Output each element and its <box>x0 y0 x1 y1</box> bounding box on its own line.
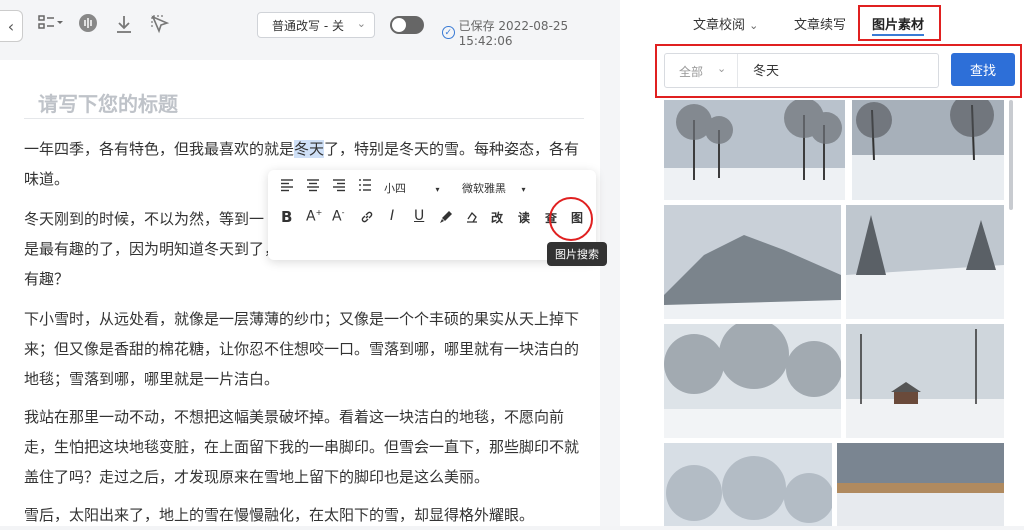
selected-text[interactable]: 冬天 <box>294 140 325 158</box>
bold-icon[interactable]: B <box>281 208 292 226</box>
image-grid-scrollbar[interactable] <box>1009 100 1013 210</box>
tab-proofread[interactable]: 文章校阅 ⌄ <box>693 14 758 33</box>
search-divider <box>737 54 738 87</box>
layout-icon[interactable] <box>38 14 64 36</box>
brush-icon[interactable] <box>439 210 453 228</box>
saved-text: 已保存 2022-08-25 15:42:06 <box>458 19 569 48</box>
eraser-icon[interactable] <box>465 210 479 228</box>
snow-image-4[interactable] <box>846 205 1004 319</box>
paragraph-4[interactable]: 我站在那里一动不动，不想把这幅美景破坏掉。看着这一块洁白的地毯，不愿向前走，生怕… <box>24 402 586 492</box>
editor-area: ‹ 普通改写 - 关 ⌄ ✓ 已保存 2022-08-25 15:42:06 请… <box>0 0 620 526</box>
title-divider <box>24 118 584 119</box>
font-family-value: 微软雅黑 <box>462 182 506 195</box>
save-status: ✓ 已保存 2022-08-25 15:42:06 <box>442 17 620 48</box>
caret-down-icon: ▾ <box>435 185 440 194</box>
p2-line3: 有趣？ <box>24 270 70 288</box>
align-right-icon[interactable] <box>332 178 346 196</box>
align-center-icon[interactable] <box>306 178 320 196</box>
font-increase-icon[interactable]: A+ <box>306 208 322 225</box>
snow-image-8[interactable] <box>837 443 1004 526</box>
image-search-bar: 全部 ⌄ <box>664 53 939 88</box>
snow-image-1[interactable] <box>664 100 845 200</box>
voice-icon[interactable] <box>78 13 98 37</box>
font-family-select[interactable]: 微软雅黑 ▾ <box>462 180 526 196</box>
paragraph-3[interactable]: 下小雪时，从远处看，就像是一层薄薄的纱巾；又像是一个个丰硕的果实从天上掉下来；但… <box>24 304 586 394</box>
cursor-select-icon[interactable] <box>150 14 170 38</box>
rewrite-mode-value: 普通改写 - 关 <box>272 18 344 33</box>
chevron-left-icon: ‹ <box>7 16 15 36</box>
chevron-down-icon: ⌄ <box>356 17 366 30</box>
chevron-down-icon: ⌄ <box>749 19 759 32</box>
image-search-input[interactable] <box>753 62 923 77</box>
align-left-icon[interactable] <box>280 178 294 196</box>
check-circle-icon: ✓ <box>442 26 455 39</box>
read-button[interactable]: 读 <box>518 209 530 226</box>
find-button[interactable]: 查找 <box>951 53 1015 86</box>
title-input[interactable]: 请写下您的标题 <box>38 88 178 117</box>
back-button[interactable]: ‹ <box>0 10 23 42</box>
snow-image-6[interactable] <box>846 324 1004 438</box>
rewrite-button[interactable]: 改 <box>491 209 503 226</box>
snow-image-3[interactable] <box>664 205 841 319</box>
download-icon[interactable] <box>114 14 134 38</box>
font-size-select[interactable]: 小四 ▾ <box>384 180 440 196</box>
document-editor[interactable]: 请写下您的标题 一年四季，各有特色，但我最喜欢的就是冬天了，特别是冬天的雪。每种… <box>0 60 600 526</box>
chevron-down-icon: ⌄ <box>717 62 727 75</box>
list-icon[interactable] <box>358 178 372 196</box>
link-icon[interactable] <box>360 210 374 228</box>
snow-image-7[interactable] <box>664 443 832 526</box>
underline-icon[interactable]: U <box>414 208 424 224</box>
rewrite-toggle[interactable] <box>390 16 424 34</box>
annotation-box-tab <box>858 5 941 41</box>
snow-image-2[interactable] <box>852 100 1004 200</box>
tab-continue-writing[interactable]: 文章续写 <box>794 14 846 33</box>
rewrite-mode-select[interactable]: 普通改写 - 关 ⌄ <box>257 12 375 38</box>
toggle-knob <box>392 18 406 32</box>
font-decrease-icon[interactable]: A- <box>332 208 344 225</box>
image-search-tooltip: 图片搜索 <box>547 242 607 266</box>
snow-image-5[interactable] <box>664 324 841 438</box>
category-select[interactable]: 全部 <box>679 63 703 80</box>
font-size-value: 小四 <box>384 182 406 195</box>
caret-down-icon: ▾ <box>521 185 526 194</box>
tab-proofread-label: 文章校阅 <box>693 18 746 33</box>
annotation-circle <box>549 197 593 241</box>
p1-text-a: 一年四季，各有特色，但我最喜欢的就是 <box>24 140 295 158</box>
italic-icon[interactable]: I <box>390 208 394 224</box>
